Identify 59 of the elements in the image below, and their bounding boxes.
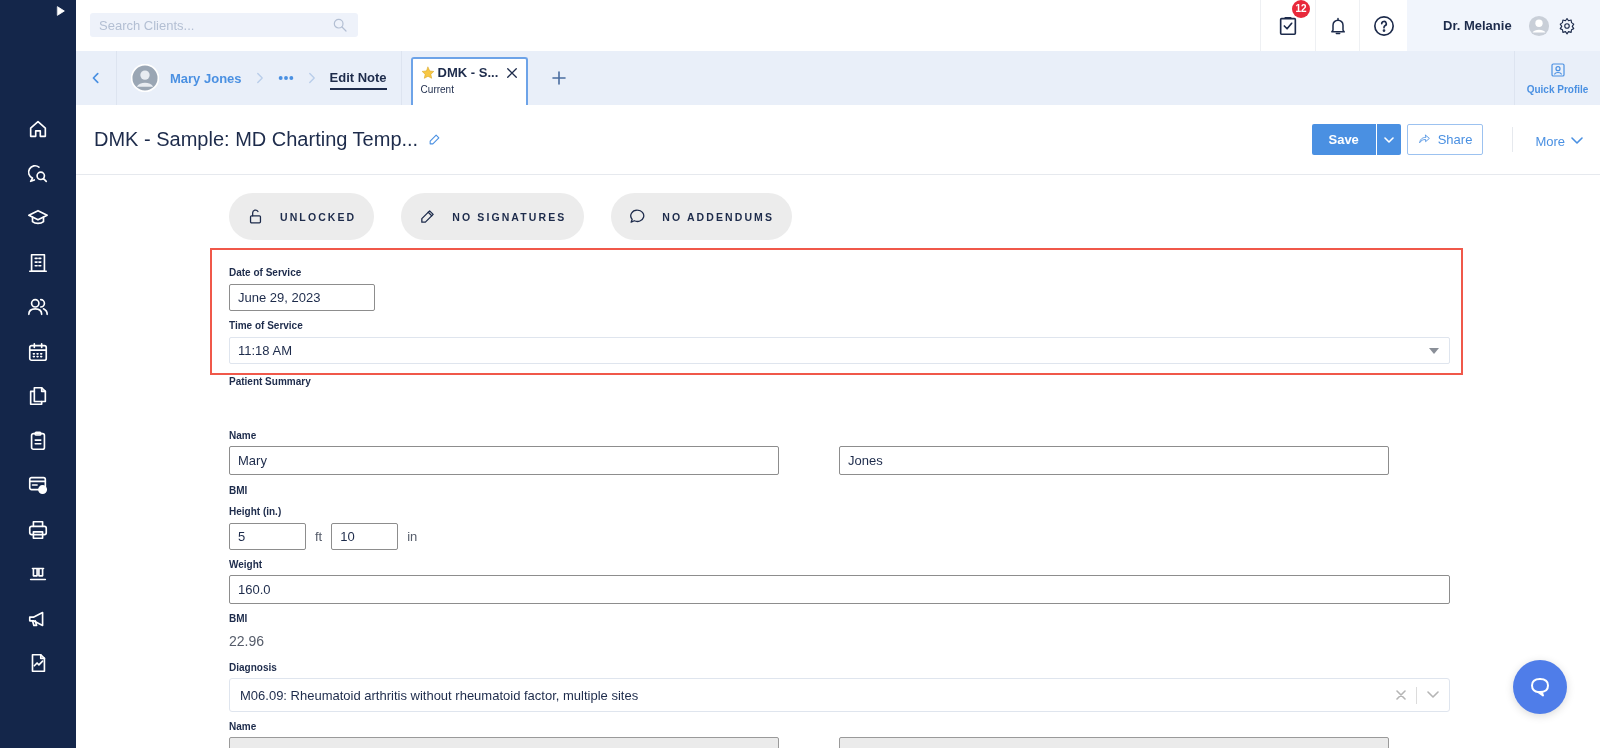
field-label: Date of Service: [229, 267, 303, 279]
field-label: Name: [229, 430, 258, 442]
more-icon[interactable]: [277, 75, 294, 81]
back-icon[interactable]: [90, 71, 102, 85]
time-select[interactable]: 11:18 AM: [229, 337, 1450, 364]
user-name[interactable]: Dr. Melanie: [1443, 18, 1512, 33]
number-field[interactable]: 10: [331, 523, 399, 550]
field-label: BMI: [229, 613, 249, 625]
expand-icon[interactable]: [56, 5, 66, 17]
building-icon[interactable]: [27, 251, 49, 274]
documents-icon[interactable]: [27, 385, 49, 408]
search-field[interactable]: Search Clients...: [90, 13, 358, 37]
dropdown-arrow-icon: [1429, 347, 1439, 354]
add-tab-icon[interactable]: [551, 71, 566, 85]
pencil-icon: [419, 208, 437, 225]
chevron-icon: [255, 72, 264, 84]
note-tab[interactable]: DMK - S... Current: [410, 57, 528, 105]
share-arrow-icon: [1417, 133, 1431, 146]
text-field[interactable]: Mary: [229, 446, 779, 475]
status-pill: NO SIGNATURES: [401, 193, 585, 240]
printer-icon[interactable]: [27, 518, 49, 541]
chat-icon: [1528, 675, 1552, 699]
pencil-icon[interactable]: [428, 133, 442, 146]
chevron-icon: [307, 72, 316, 84]
field-label: Weight: [229, 559, 264, 571]
profile-card-icon[interactable]: [1549, 61, 1566, 78]
text-field[interactable]: 160.0: [229, 575, 1450, 604]
bmi-value: 22.96: [229, 633, 266, 649]
count-badge: 12: [1292, 0, 1310, 18]
date-field[interactable]: June 29, 2023: [229, 284, 375, 311]
field-label: Time of Service: [229, 320, 304, 332]
field-label: Diagnosis: [229, 662, 278, 674]
padlock-icon: [247, 208, 264, 225]
close-icon[interactable]: [505, 66, 518, 79]
chat-search-icon[interactable]: [27, 162, 49, 185]
text-field[interactable]: Jones: [839, 446, 1389, 475]
save-options-button[interactable]: [1376, 124, 1401, 155]
unit-label: in: [407, 529, 418, 544]
number-field[interactable]: 5: [229, 523, 306, 550]
chevron-down-icon: [1571, 137, 1583, 145]
card-coin-icon[interactable]: [27, 474, 49, 497]
avatar-icon: [131, 64, 159, 92]
status-pill: NO ADDENDUMS: [611, 193, 793, 240]
search-field[interactable]: Search Clients...: [90, 17, 332, 33]
help-icon[interactable]: [1372, 14, 1395, 37]
caret-icon: [1383, 135, 1394, 144]
breadcrumb-current[interactable]: Edit Note: [329, 66, 387, 90]
field-label: BMI: [229, 485, 249, 497]
unit-label: ft: [315, 529, 323, 544]
status-pill: UNLOCKED: [229, 193, 375, 240]
field-label: Height (in.): [229, 506, 283, 518]
chat-button[interactable]: [1513, 660, 1567, 714]
calendar-icon[interactable]: [27, 340, 49, 363]
speech-bubble-icon: [629, 208, 647, 225]
field-label: Patient Summary: [229, 376, 312, 388]
settings-icon[interactable]: [1557, 16, 1576, 35]
field-label: Name: [229, 721, 258, 733]
note-title: DMK - Sample: MD Charting Temp...: [94, 128, 419, 151]
task-checklist-icon[interactable]: [1277, 14, 1299, 37]
